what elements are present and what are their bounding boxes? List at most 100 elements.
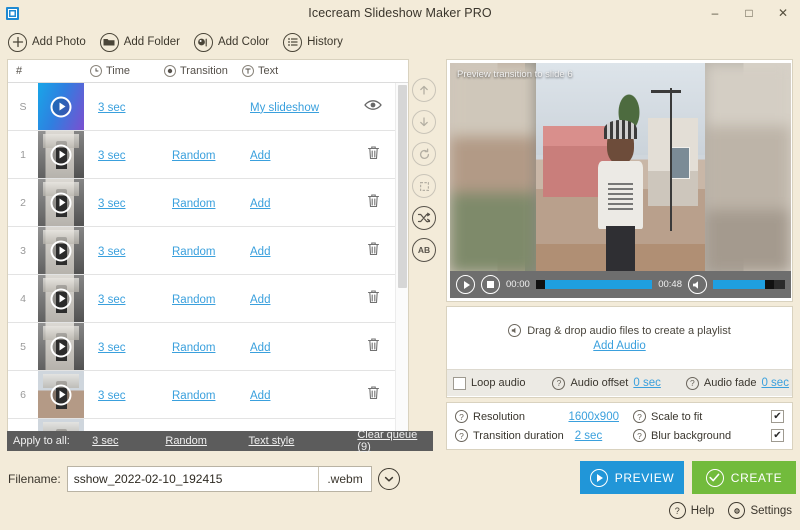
seek-handle[interactable] [536,280,545,289]
help-button[interactable]: ? Help [669,502,715,519]
trash-icon[interactable] [367,289,380,309]
question-icon[interactable]: ? [686,377,699,390]
question-icon[interactable]: ? [552,377,565,390]
minimize-button[interactable]: – [698,0,732,26]
speaker-icon[interactable] [688,275,707,294]
row-transition-link[interactable]: Random [172,342,215,354]
slide-thumbnail[interactable] [38,323,84,370]
table-row[interactable]: S 3 sec My slideshow [8,83,408,131]
audio-dropzone[interactable]: Drag & drop audio files to create a play… [447,307,792,369]
scale-to-fit-checkbox[interactable]: ✔ [771,410,784,423]
slide-thumbnail[interactable] [38,179,84,226]
apply-transition-link[interactable]: Random [165,435,207,447]
clear-queue-link[interactable]: Clear queue (9) [357,429,417,453]
row-text-link[interactable]: Add [250,390,270,402]
row-text-link[interactable]: Add [250,198,270,210]
play-icon[interactable] [51,288,72,309]
row-text-link[interactable]: Add [250,246,270,258]
slide-thumbnail[interactable] [38,83,84,130]
create-button[interactable]: CREATE [692,461,796,494]
row-text-link[interactable]: Add [250,342,270,354]
trash-icon[interactable] [367,385,380,405]
trash-icon[interactable] [367,337,380,357]
question-icon[interactable]: ? [455,410,468,423]
scrollbar-thumb[interactable] [398,85,407,288]
seek-slider[interactable] [536,280,652,289]
add-color-button[interactable]: Add Color [192,31,277,54]
table-row[interactable] [8,419,408,431]
add-audio-link[interactable]: Add Audio [593,340,645,352]
volume-slider[interactable] [713,280,785,289]
question-icon[interactable]: ? [633,410,646,423]
trash-icon[interactable] [367,145,380,165]
resolution-value-link[interactable]: 1600x900 [568,411,619,423]
play-icon[interactable] [51,336,72,357]
filename-input[interactable] [68,467,319,491]
row-transition-link[interactable]: Random [172,150,215,162]
settings-button[interactable]: Settings [728,502,792,519]
add-photo-button[interactable]: Add Photo [6,31,94,54]
table-row[interactable]: 4 3 sec Random Add [8,275,408,323]
play-icon[interactable] [456,275,475,294]
row-time-link[interactable]: 3 sec [98,102,126,114]
apply-text-style-link[interactable]: Text style [249,435,295,447]
row-transition-link[interactable]: Random [172,390,215,402]
trash-icon[interactable] [367,241,380,261]
shuffle-icon[interactable] [412,206,436,230]
row-time-link[interactable]: 3 sec [98,342,126,354]
table-row[interactable]: 1 3 sec Random Add [8,131,408,179]
row-transition-link[interactable]: Random [172,198,215,210]
play-icon[interactable] [51,384,72,405]
eye-icon[interactable] [364,98,382,116]
row-text-link[interactable]: Add [250,294,270,306]
question-icon[interactable]: ? [455,429,468,442]
blur-background-checkbox[interactable]: ✔ [771,429,784,442]
table-row[interactable]: 6 3 sec Random Add [8,371,408,419]
move-down-button[interactable] [412,110,436,134]
preview-button[interactable]: PREVIEW [580,461,684,494]
row-time-link[interactable]: 3 sec [98,246,126,258]
sort-ab-icon[interactable]: AB [412,238,436,262]
play-icon[interactable] [51,240,72,261]
stop-icon[interactable] [481,275,500,294]
play-icon[interactable] [51,192,72,213]
question-icon[interactable]: ? [633,429,646,442]
move-up-button[interactable] [412,78,436,102]
slide-thumbnail[interactable] [38,419,84,431]
row-transition-link[interactable]: Random [172,294,215,306]
slide-thumbnail[interactable] [38,275,84,322]
volume-handle[interactable] [765,280,774,289]
audio-fade-value[interactable]: 0 sec [761,377,789,389]
chevron-down-icon[interactable] [378,468,400,490]
video-preview[interactable]: Preview transition to slide 6 [450,63,791,273]
row-time-link[interactable]: 3 sec [98,390,126,402]
crop-icon[interactable] [412,174,436,198]
row-time-link[interactable]: 3 sec [98,294,126,306]
text-t-icon [242,65,254,77]
play-icon[interactable] [51,96,72,117]
table-row[interactable]: 2 3 sec Random Add [8,179,408,227]
table-row[interactable]: 3 3 sec Random Add [8,227,408,275]
close-button[interactable]: ✕ [766,0,800,26]
slide-thumbnail[interactable] [38,131,84,178]
slide-list-header: # Time Transition Text [8,60,408,83]
maximize-button[interactable]: □ [732,0,766,26]
apply-time-link[interactable]: 3 sec [92,435,118,447]
audio-offset-value[interactable]: 0 sec [633,377,661,389]
rotate-icon[interactable] [412,142,436,166]
transition-duration-value-link[interactable]: 2 sec [575,430,603,442]
slide-thumbnail[interactable] [38,227,84,274]
row-time-link[interactable]: 3 sec [98,150,126,162]
row-time-link[interactable]: 3 sec [98,198,126,210]
row-transition-link[interactable]: Random [172,246,215,258]
slide-thumbnail[interactable] [38,371,84,418]
history-button[interactable]: History [281,31,351,54]
row-text-link[interactable]: Add [250,150,270,162]
trash-icon[interactable] [367,193,380,213]
row-text-link[interactable]: My slideshow [250,102,319,114]
table-row[interactable]: 5 3 sec Random Add [8,323,408,371]
loop-audio-checkbox[interactable] [453,377,466,390]
add-folder-button[interactable]: Add Folder [98,31,188,54]
play-icon[interactable] [51,144,72,165]
list-scrollbar[interactable] [395,83,408,431]
